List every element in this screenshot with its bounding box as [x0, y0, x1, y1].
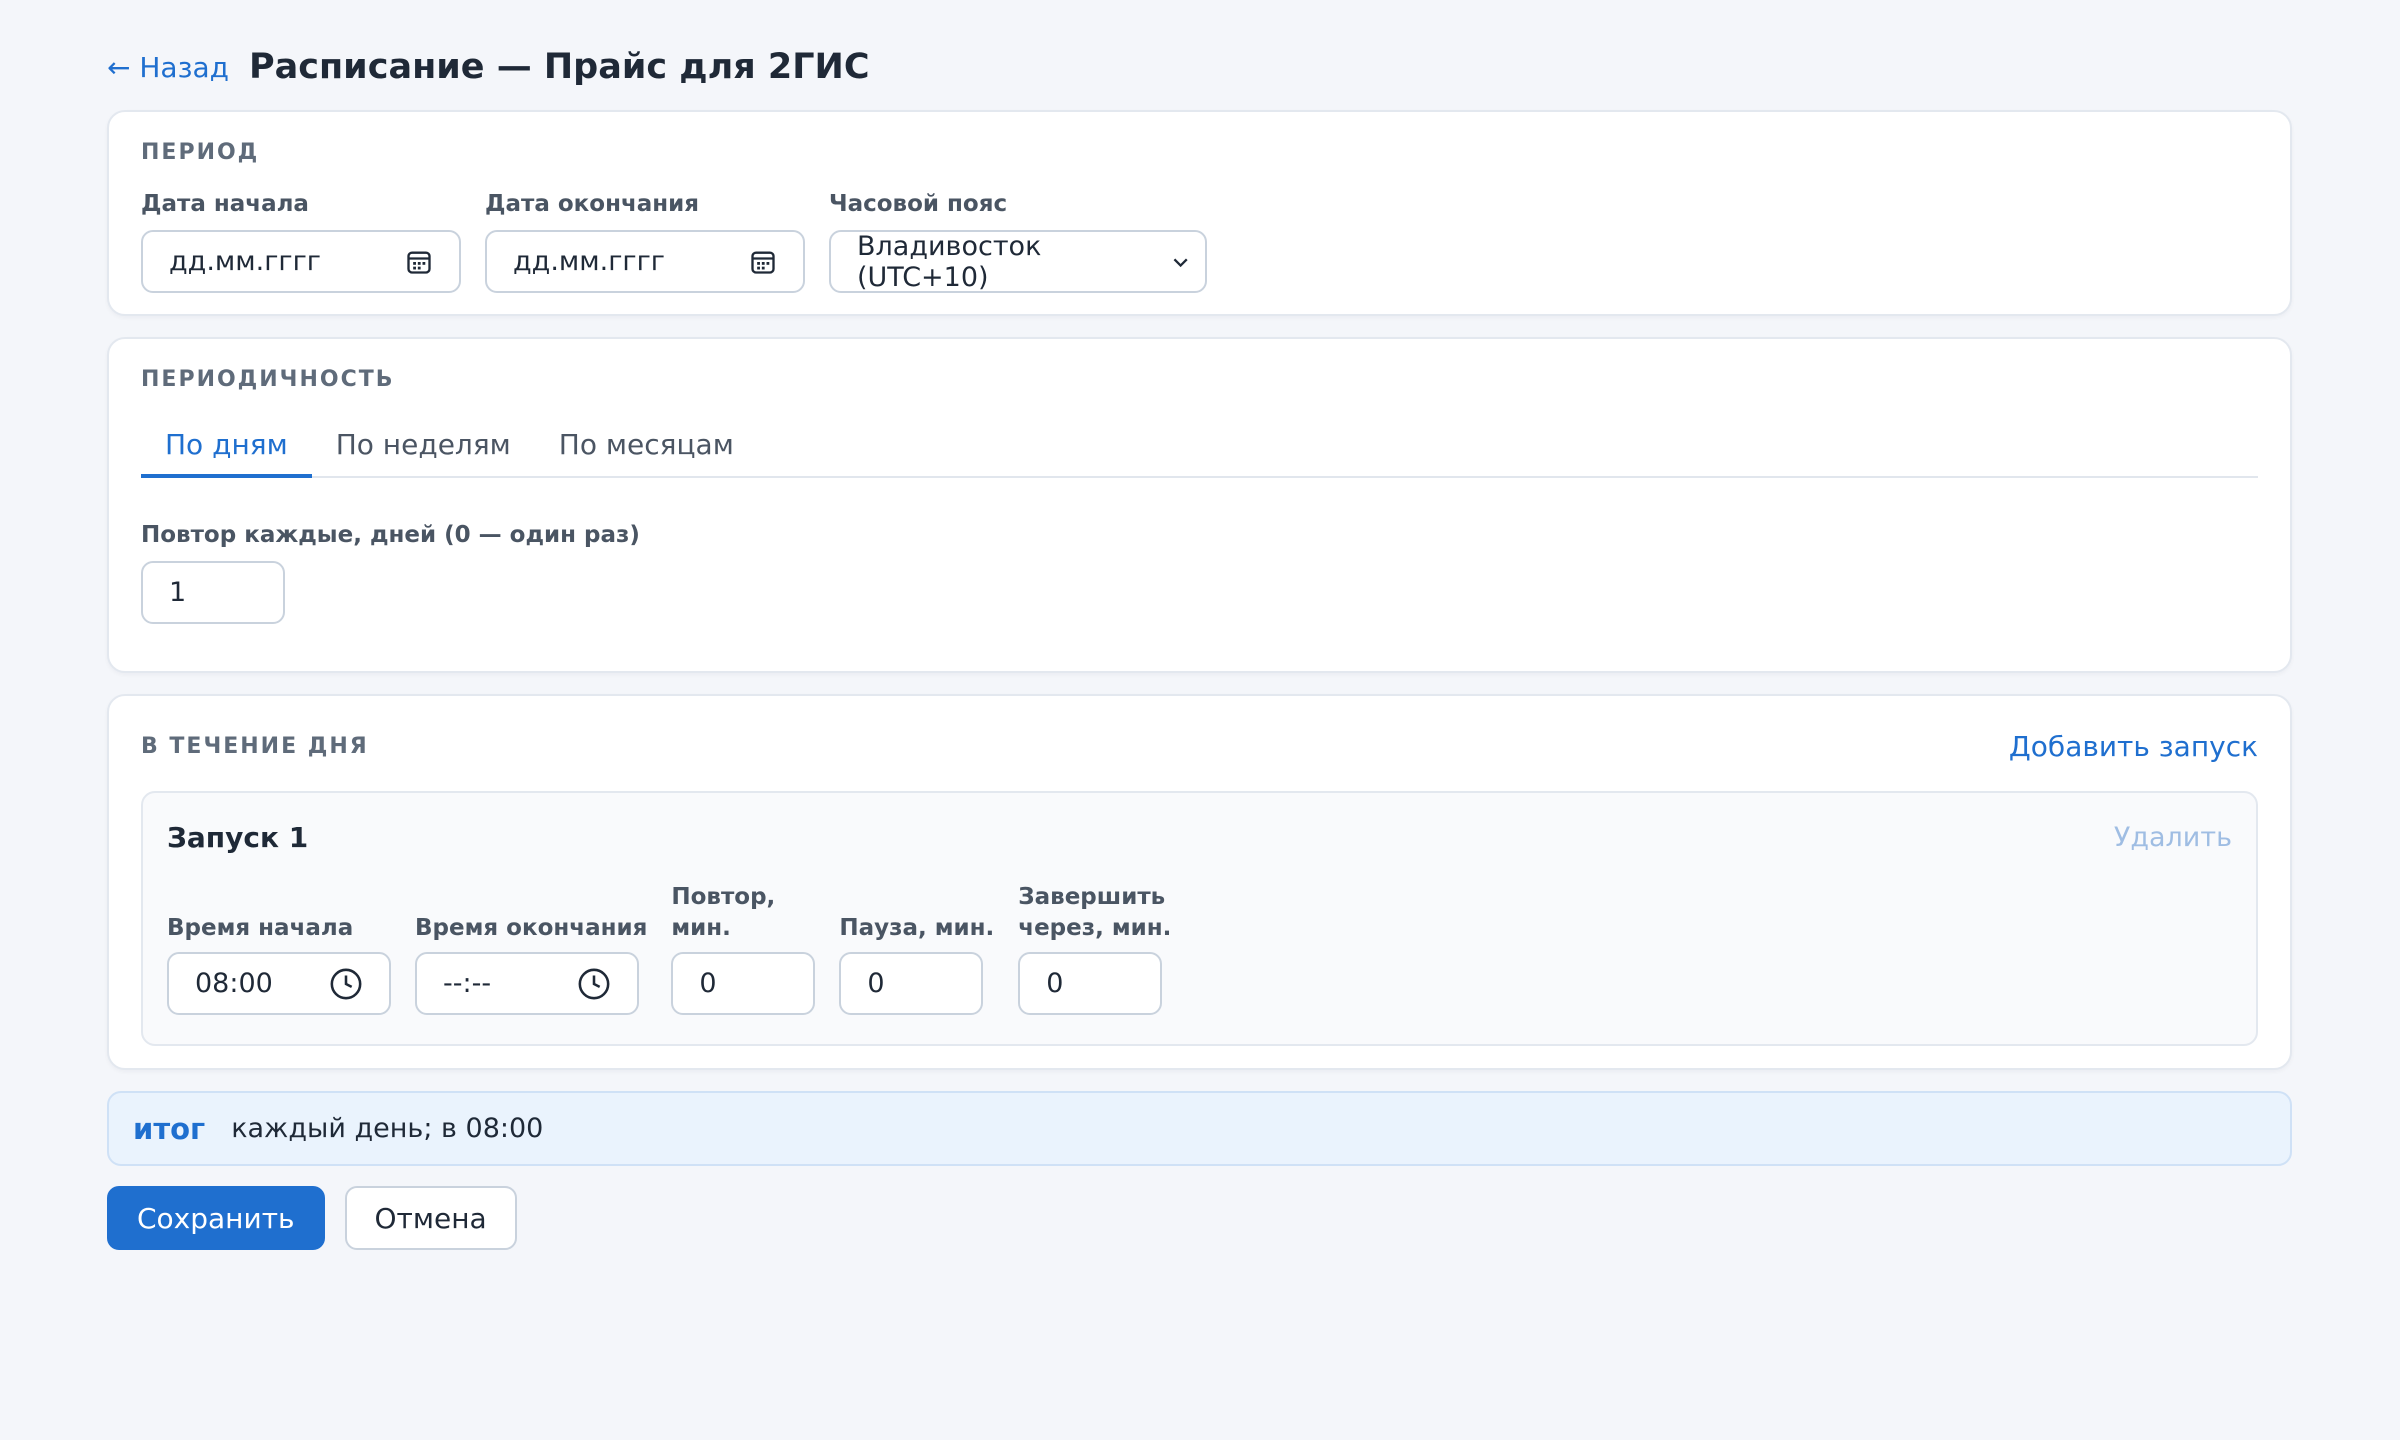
start-date-value: дд.мм.гггг [169, 246, 321, 277]
end-date-value: дд.мм.гггг [513, 246, 665, 277]
timezone-group: Часовой пояс Владивосток (UTC+10) [829, 189, 1207, 293]
timezone-value: Владивосток (UTC+10) [857, 230, 1042, 293]
period-section-title: ПЕРИОД [141, 140, 260, 165]
start-date-input[interactable]: дд.мм.гггг [141, 230, 461, 293]
repeat-minutes-label-line1: Повтор, [671, 884, 776, 910]
tab-by-weeks[interactable]: По неделям [312, 414, 535, 476]
form-actions: Сохранить Отмена [107, 1186, 2292, 1250]
finish-minutes-input[interactable]: 0 [1018, 952, 1163, 1015]
end-date-label: Дата окончания [485, 191, 700, 217]
end-date-group: Дата окончания дд.мм.гггг [485, 189, 805, 293]
page-header: ← Назад Расписание — Прайс для 2ГИС [107, 44, 2292, 90]
launch-item: Запуск 1 Удалить Время начала 08:00 Врем… [141, 791, 2258, 1046]
save-button[interactable]: Сохранить [107, 1186, 325, 1250]
start-date-label: Дата начала [141, 191, 309, 217]
chevron-down-icon [1173, 258, 1188, 267]
pause-minutes-value: 0 [867, 968, 885, 999]
during-day-section-title: В ТЕЧЕНИЕ ДНЯ [141, 734, 369, 759]
during-day-header: В ТЕЧЕНИЕ ДНЯ Добавить запуск [141, 730, 2258, 763]
finish-minutes-value: 0 [1046, 968, 1064, 999]
clock-icon[interactable] [577, 967, 611, 1001]
pause-minutes-label: Пауза, мин. [839, 915, 995, 941]
repeat-minutes-input[interactable]: 0 [671, 952, 816, 1015]
tab-by-days[interactable]: По дням [141, 414, 312, 478]
start-time-input[interactable]: 08:00 [167, 952, 391, 1015]
launch-fields: Время начала 08:00 Время окончания --:-- [167, 882, 2232, 1015]
during-day-card: В ТЕЧЕНИЕ ДНЯ Добавить запуск Запуск 1 У… [107, 694, 2292, 1070]
finish-minutes-group: Завершить через, мин. 0 [1018, 882, 1171, 1015]
tab-by-months[interactable]: По месяцам [535, 414, 758, 476]
period-fields: Дата начала дд.мм.гггг Дата окончания дд… [141, 189, 2258, 293]
launch-header: Запуск 1 Удалить [167, 821, 2232, 854]
summary-banner: итог каждый день; в 08:00 [107, 1091, 2292, 1166]
repeat-minutes-group: Повтор, мин. 0 [671, 882, 816, 1015]
summary-label: итог [133, 1111, 206, 1146]
start-time-value: 08:00 [195, 968, 273, 999]
finish-minutes-label-line1: Завершить [1018, 884, 1166, 910]
start-time-label: Время начала [167, 915, 354, 941]
summary-text: каждый день; в 08:00 [231, 1113, 544, 1144]
repeat-days-value: 1 [169, 577, 187, 608]
end-time-input[interactable]: --:-- [415, 952, 639, 1015]
repeat-days-label: Повтор каждые, дней (0 — один раз) [141, 522, 640, 548]
delete-launch-button[interactable]: Удалить [2114, 822, 2232, 853]
timezone-label: Часовой пояс [829, 191, 1008, 217]
page-title: Расписание — Прайс для 2ГИС [248, 47, 870, 87]
add-launch-button[interactable]: Добавить запуск [2009, 730, 2258, 763]
schedule-page: ← Назад Расписание — Прайс для 2ГИС ПЕРИ… [107, 44, 2292, 1250]
start-time-group: Время начала 08:00 [167, 913, 391, 1015]
repeat-days-group: Повтор каждые, дней (0 — один раз) 1 [141, 520, 2258, 624]
end-time-label: Время окончания [415, 915, 648, 941]
end-date-input[interactable]: дд.мм.гггг [485, 230, 805, 293]
repeat-minutes-value: 0 [699, 968, 717, 999]
repeat-minutes-label: Повтор, мин. [671, 882, 815, 944]
timezone-select[interactable]: Владивосток (UTC+10) [829, 230, 1207, 293]
pause-minutes-input[interactable]: 0 [839, 952, 984, 1015]
launch-title: Запуск 1 [167, 821, 309, 854]
back-link[interactable]: ← Назад [107, 51, 229, 84]
finish-minutes-label-line2: через, мин. [1018, 915, 1172, 941]
repeat-days-input[interactable]: 1 [141, 561, 285, 624]
period-card: ПЕРИОД Дата начала дд.мм.гггг Дата оконч… [107, 110, 2292, 316]
finish-minutes-label: Завершить через, мин. [1018, 882, 1171, 944]
cancel-button[interactable]: Отмена [344, 1186, 517, 1250]
end-time-value: --:-- [443, 968, 492, 999]
start-date-group: Дата начала дд.мм.гггг [141, 189, 461, 293]
calendar-icon[interactable] [405, 248, 433, 276]
pause-minutes-group: Пауза, мин. 0 [839, 913, 994, 1015]
end-time-group: Время окончания --:-- [415, 913, 647, 1015]
clock-icon[interactable] [329, 967, 363, 1001]
repeat-minutes-label-line2: мин. [671, 915, 731, 941]
recurrence-tabs: По дням По неделям По месяцам [141, 414, 2258, 478]
calendar-icon[interactable] [749, 248, 777, 276]
recurrence-section-title: ПЕРИОДИЧНОСТЬ [141, 367, 395, 392]
recurrence-card: ПЕРИОДИЧНОСТЬ По дням По неделям По меся… [107, 337, 2292, 673]
